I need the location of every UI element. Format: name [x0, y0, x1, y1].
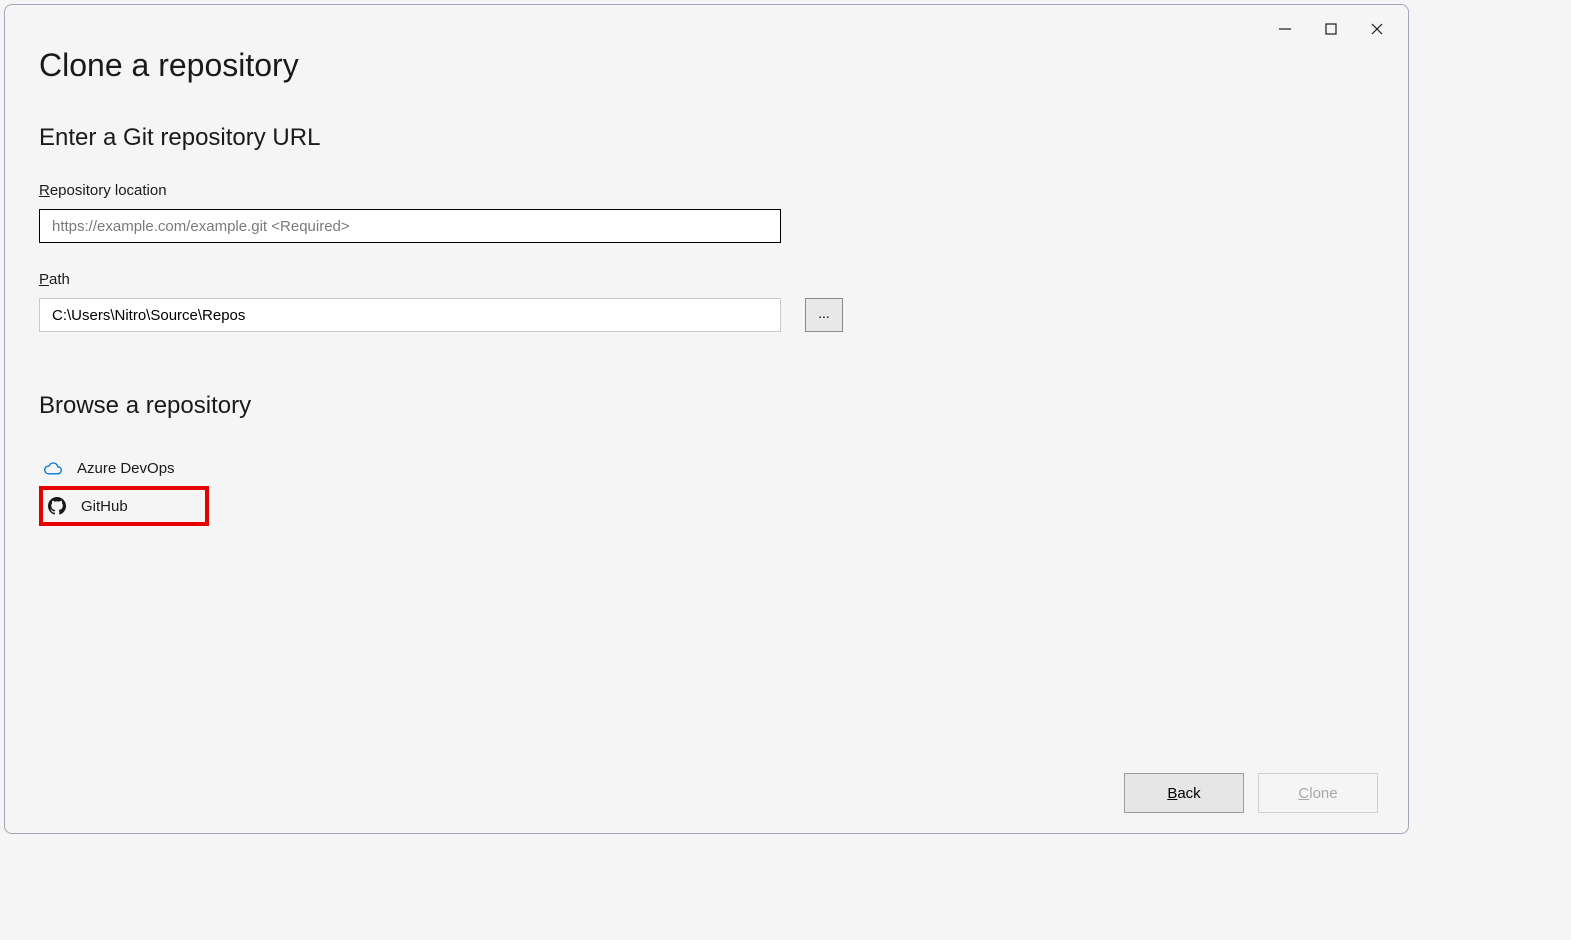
maximize-button[interactable]: [1308, 13, 1354, 45]
close-icon: [1370, 22, 1384, 36]
path-row: ...: [39, 298, 1374, 332]
minimize-icon: [1278, 22, 1292, 36]
browse-option-github[interactable]: GitHub: [39, 486, 209, 526]
path-field: Path ...: [39, 271, 1374, 332]
path-input[interactable]: [39, 298, 781, 332]
browse-option-label: Azure DevOps: [77, 460, 175, 477]
dialog-footer: Back Clone: [1124, 773, 1378, 813]
cloud-icon: [43, 458, 63, 478]
minimize-button[interactable]: [1262, 13, 1308, 45]
back-button[interactable]: Back: [1124, 773, 1244, 813]
dialog-window: Clone a repository Enter a Git repositor…: [4, 4, 1409, 834]
repo-location-field: Repository location: [39, 182, 1374, 243]
page-title: Clone a repository: [39, 47, 1374, 84]
clone-button[interactable]: Clone: [1258, 773, 1378, 813]
browse-option-label: GitHub: [81, 498, 128, 515]
window-titlebar: [1262, 5, 1408, 45]
dialog-content: Clone a repository Enter a Git repositor…: [5, 5, 1408, 526]
path-label: Path: [39, 271, 1374, 288]
maximize-icon: [1324, 22, 1338, 36]
browse-repo-section: Browse a repository Azure DevOps GitHub: [39, 392, 1374, 526]
repo-location-label: Repository location: [39, 182, 1374, 199]
browse-section-title: Browse a repository: [39, 392, 1374, 420]
browse-path-button[interactable]: ...: [805, 298, 843, 332]
url-section-title: Enter a Git repository URL: [39, 124, 1374, 152]
github-icon: [47, 496, 67, 516]
close-button[interactable]: [1354, 13, 1400, 45]
browse-option-azure-devops[interactable]: Azure DevOps: [39, 450, 1374, 486]
repo-location-input[interactable]: [39, 209, 781, 243]
